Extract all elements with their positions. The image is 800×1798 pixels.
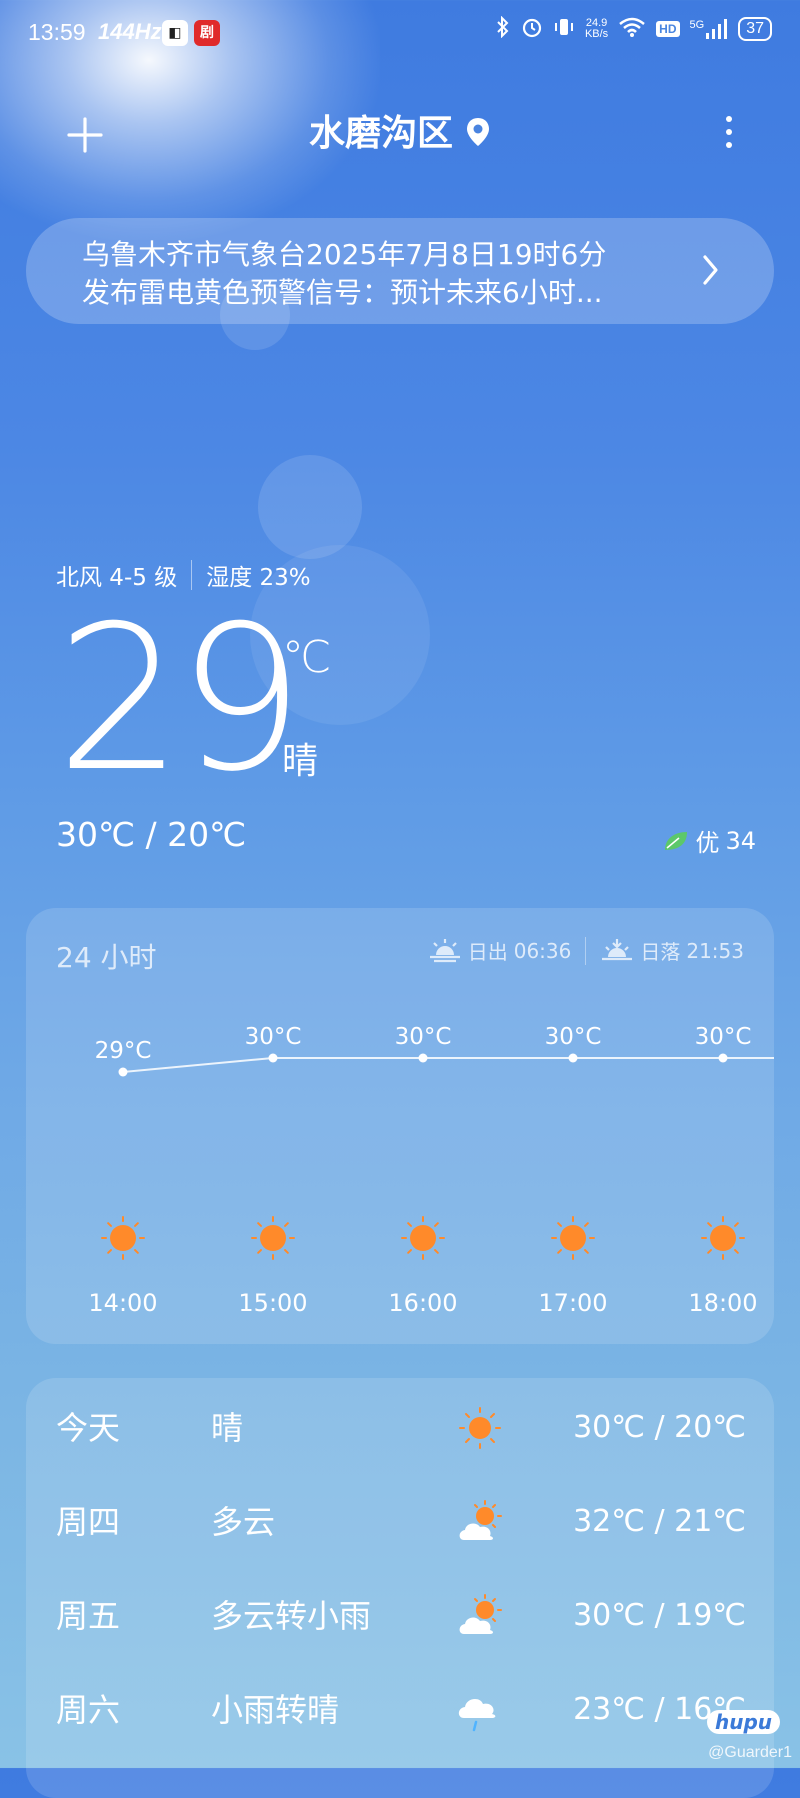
hourly-title: 24 小时 xyxy=(56,941,157,974)
vibrate-icon xyxy=(553,16,575,42)
day-name: 周六 xyxy=(56,1691,121,1729)
daily-row[interactable]: 周四 多云 32℃ / 21℃ xyxy=(26,1492,774,1552)
day-name: 今天 xyxy=(56,1409,121,1447)
aqi-label: 优 xyxy=(695,829,720,857)
lens-flare xyxy=(258,455,362,559)
daily-row[interactable]: 周五 多云转小雨 30℃ / 19℃ xyxy=(26,1586,774,1646)
daily-row[interactable]: 今天 晴 30℃ / 20℃ xyxy=(26,1398,774,1458)
sunset-time: 21:53 xyxy=(686,938,744,963)
hd-icon: HD xyxy=(656,21,680,37)
sunrise-time: 06:36 xyxy=(513,938,572,963)
battery-indicator: 37 xyxy=(738,17,772,41)
app-notification-icon: ◧ xyxy=(162,20,188,46)
watermark-user: @Guarder1 xyxy=(708,1744,792,1761)
sun-times: 日出 06:36 日落 21:53 xyxy=(428,936,744,965)
alarm-icon xyxy=(521,16,543,42)
bluetooth-icon xyxy=(495,15,511,42)
wifi-icon xyxy=(618,16,646,42)
air-quality[interactable]: 优 34 xyxy=(663,823,756,858)
weather-alert-banner[interactable]: 乌鲁木齐市气象台2025年7月8日19时6分 发布雷电黄色预警信号：预计未来6小… xyxy=(26,218,774,324)
watermark-logo: hupu xyxy=(706,1710,780,1734)
day-condition: 多云 xyxy=(211,1503,276,1541)
sunrise-icon xyxy=(429,938,460,962)
network-speed: 24.9 KB/s xyxy=(585,18,608,40)
daily-row[interactable]: 周六 小雨转晴 23℃ / 16℃ xyxy=(26,1680,774,1740)
sunrise: 日出 06:36 xyxy=(428,936,572,965)
day-condition: 小雨转晴 xyxy=(211,1691,340,1729)
day-name: 周四 xyxy=(56,1503,121,1541)
current-temperature: 29 xyxy=(56,583,304,816)
day-temp-range: 32℃ / 21℃ xyxy=(573,1504,746,1539)
today-high-low: 30℃ / 20℃ xyxy=(56,815,247,854)
hourly-forecast-card[interactable]: 24 小时 日出 06:36 日落 21:53 xyxy=(26,908,774,1344)
sunrise-label: 日出 xyxy=(467,940,508,964)
sunset-icon xyxy=(602,938,633,960)
app-header: 水磨沟区 xyxy=(0,100,800,164)
city-title[interactable]: 水磨沟区 xyxy=(0,110,800,158)
status-bar: 13:59 144Hz ◧ 剧 24.9 KB/s HD 5G 37 xyxy=(0,0,800,66)
alert-line-1: 乌鲁木齐市气象台2025年7月8日19时6分 xyxy=(82,238,607,271)
alert-line-2: 发布雷电黄色预警信号：预计未来6小时... xyxy=(82,276,603,309)
refresh-rate: 144Hz xyxy=(98,19,162,44)
temperature-unit: ℃ xyxy=(282,632,332,683)
light-rain-icon xyxy=(458,1698,496,1732)
day-condition: 多云转小雨 xyxy=(211,1597,372,1635)
leaf-icon xyxy=(665,831,688,850)
aqi-value: 34 xyxy=(725,826,756,855)
alert-text: 乌鲁木齐市气象台2025年7月8日19时6分 发布雷电黄色预警信号：预计未来6小… xyxy=(82,236,682,312)
day-temp-range: 30℃ / 20℃ xyxy=(573,1410,746,1445)
daily-forecast-card[interactable]: 今天 晴 30℃ / 20℃ 周四 多云 32℃ / 21℃ 周五 多云转小雨 … xyxy=(26,1378,774,1798)
location-pin-icon xyxy=(465,112,491,146)
status-time: 13:59 xyxy=(28,19,86,45)
sunset-label: 日落 xyxy=(640,940,681,964)
more-vertical-icon xyxy=(714,116,744,148)
partly-cloudy-icon xyxy=(459,1594,502,1634)
current-condition: 晴 xyxy=(282,741,319,782)
cellular-signal-icon: 5G xyxy=(690,19,729,39)
day-condition: 晴 xyxy=(211,1409,244,1447)
day-temp-range: 30℃ / 19℃ xyxy=(573,1598,746,1633)
app-notification-icon: 剧 xyxy=(194,20,220,46)
signal-label: 5G xyxy=(689,19,705,31)
city-name: 水磨沟区 xyxy=(308,113,453,154)
partly-cloudy-icon xyxy=(459,1500,502,1540)
network-speed-unit: KB/s xyxy=(584,28,609,40)
sunset: 日落 21:53 xyxy=(600,936,744,965)
sun-icon xyxy=(459,1407,501,1449)
divider xyxy=(585,936,587,965)
chevron-right-icon xyxy=(703,255,718,285)
day-name: 周五 xyxy=(56,1597,121,1635)
more-options-button[interactable] xyxy=(714,110,744,160)
